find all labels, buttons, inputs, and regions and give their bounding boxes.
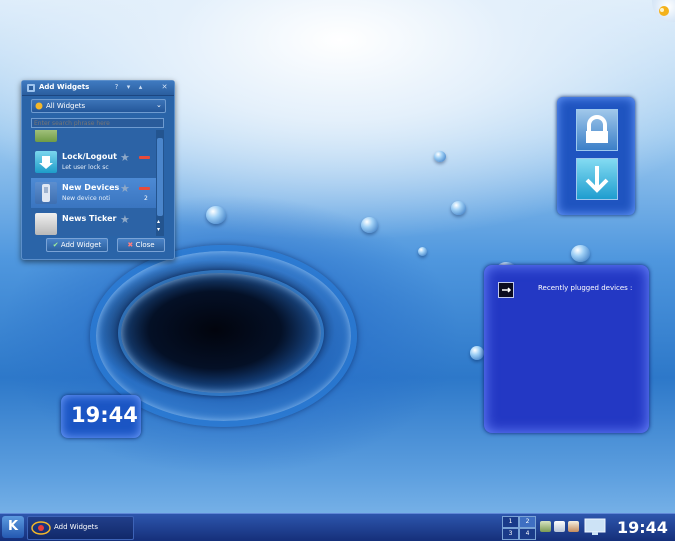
close-button[interactable]: ✖ Close bbox=[117, 238, 165, 252]
widget-name: Lock/Logout bbox=[62, 152, 117, 161]
water-drop bbox=[418, 247, 427, 256]
news-icon bbox=[35, 213, 57, 235]
lock-logout-icon bbox=[35, 151, 57, 173]
instance-count: 2 bbox=[144, 195, 148, 202]
add-widget-label: Add Widget bbox=[60, 241, 102, 249]
task-label: Add Widgets bbox=[54, 523, 99, 531]
scrollbar-thumb[interactable] bbox=[157, 138, 163, 216]
minimize-icon[interactable]: ▾ bbox=[125, 84, 132, 91]
water-drop bbox=[361, 217, 378, 233]
list-scrollbar[interactable]: ▴ ▾ bbox=[156, 130, 164, 236]
help-icon[interactable]: ? bbox=[113, 84, 120, 91]
logout-button[interactable] bbox=[576, 158, 618, 200]
maximize-icon[interactable]: ▴ bbox=[137, 84, 144, 91]
notes-icon[interactable] bbox=[568, 521, 579, 532]
water-drop bbox=[434, 151, 446, 162]
list-item[interactable]: ★ bbox=[31, 130, 156, 146]
pager-desktop-4[interactable]: 4 bbox=[519, 528, 536, 540]
favorite-star-icon[interactable]: ★ bbox=[120, 182, 130, 195]
widget-desc: New device noti bbox=[62, 195, 111, 202]
taskbar-clock[interactable]: 19:44 bbox=[617, 518, 668, 537]
close-icon[interactable]: ✕ bbox=[161, 84, 168, 91]
desktop-clock-widget: 19:44 bbox=[61, 395, 141, 438]
desktop-pager: 1 2 3 4 bbox=[502, 516, 536, 540]
pager-label: 3 bbox=[508, 530, 513, 537]
water-drop bbox=[206, 206, 226, 224]
clipboard-icon[interactable] bbox=[554, 521, 565, 532]
network-icon[interactable] bbox=[540, 521, 551, 532]
list-item[interactable]: Lock/Logout Let user lock sc ★ bbox=[31, 147, 156, 177]
splash-ring-inner bbox=[118, 270, 324, 396]
device-notifier-widget: Recently plugged devices : bbox=[484, 265, 649, 433]
pager-desktop-2[interactable]: 2 bbox=[519, 516, 536, 528]
scroll-down-icon[interactable]: ▾ bbox=[157, 226, 160, 233]
remove-icon[interactable] bbox=[139, 187, 150, 190]
monitor-icon[interactable] bbox=[583, 518, 607, 536]
pager-label: 4 bbox=[525, 530, 530, 537]
logout-arrow-icon bbox=[585, 166, 609, 193]
list-item[interactable]: News Ticker ★ bbox=[31, 209, 156, 236]
devices-title: Recently plugged devices : bbox=[538, 284, 633, 292]
close-x-icon: ✖ bbox=[127, 241, 134, 249]
kde-icon: K bbox=[7, 519, 19, 534]
pager-desktop-3[interactable]: 3 bbox=[502, 528, 519, 540]
clock-time: 19:44 bbox=[71, 403, 138, 427]
widget-desc: Let user lock sc bbox=[62, 164, 109, 171]
widget-name: News Ticker bbox=[62, 214, 117, 223]
scroll-up-icon[interactable]: ▴ bbox=[157, 218, 160, 225]
close-label: Close bbox=[135, 241, 155, 249]
check-icon: ✔ bbox=[52, 241, 59, 249]
dialog-titlebar[interactable]: Add Widgets ? ▾ ▴ ✕ bbox=[22, 81, 174, 96]
device-icon bbox=[35, 182, 57, 204]
remove-icon[interactable] bbox=[139, 156, 150, 159]
water-drop bbox=[451, 201, 466, 215]
cashew-icon bbox=[659, 6, 669, 16]
widget-preview-icon bbox=[35, 130, 57, 142]
widgets-icon bbox=[27, 84, 35, 92]
pager-label: 1 bbox=[508, 518, 513, 525]
favorite-star-icon[interactable]: ★ bbox=[120, 151, 130, 164]
water-drop bbox=[571, 245, 590, 262]
category-value: All Widgets bbox=[46, 102, 86, 110]
device-icon bbox=[498, 282, 514, 298]
add-widgets-dialog: Add Widgets ? ▾ ▴ ✕ All Widgets ⌄ ★ Lock… bbox=[21, 80, 175, 260]
task-add-widgets[interactable]: Add Widgets bbox=[27, 516, 134, 540]
lock-logout-widget bbox=[557, 97, 635, 215]
widget-list: ★ Lock/Logout Let user lock sc ★ New Dev… bbox=[31, 130, 164, 236]
add-widget-button[interactable]: ✔ Add Widget bbox=[46, 238, 108, 252]
category-combo[interactable]: All Widgets ⌄ bbox=[31, 99, 166, 113]
lock-icon bbox=[586, 115, 608, 143]
category-icon bbox=[35, 102, 43, 110]
favorite-star-icon[interactable]: ★ bbox=[120, 130, 130, 133]
water-drop bbox=[470, 346, 484, 360]
list-item-selected[interactable]: New Devices New device noti ★ 2 bbox=[31, 178, 156, 208]
favorite-star-icon[interactable]: ★ bbox=[120, 213, 130, 226]
desktop-toolbox[interactable] bbox=[652, 0, 675, 22]
pager-desktop-1[interactable]: 1 bbox=[502, 516, 519, 528]
plasma-icon bbox=[31, 521, 51, 535]
taskbar: K Add Widgets 1 2 3 4 19:44 bbox=[0, 513, 675, 541]
search-input[interactable] bbox=[31, 118, 164, 128]
widget-name: New Devices bbox=[62, 183, 120, 192]
kde-menu-button[interactable]: K bbox=[2, 516, 24, 538]
pager-label: 2 bbox=[525, 518, 530, 525]
chevron-down-icon: ⌄ bbox=[156, 101, 162, 109]
dialog-title: Add Widgets bbox=[39, 83, 90, 91]
lock-button[interactable] bbox=[576, 109, 618, 151]
